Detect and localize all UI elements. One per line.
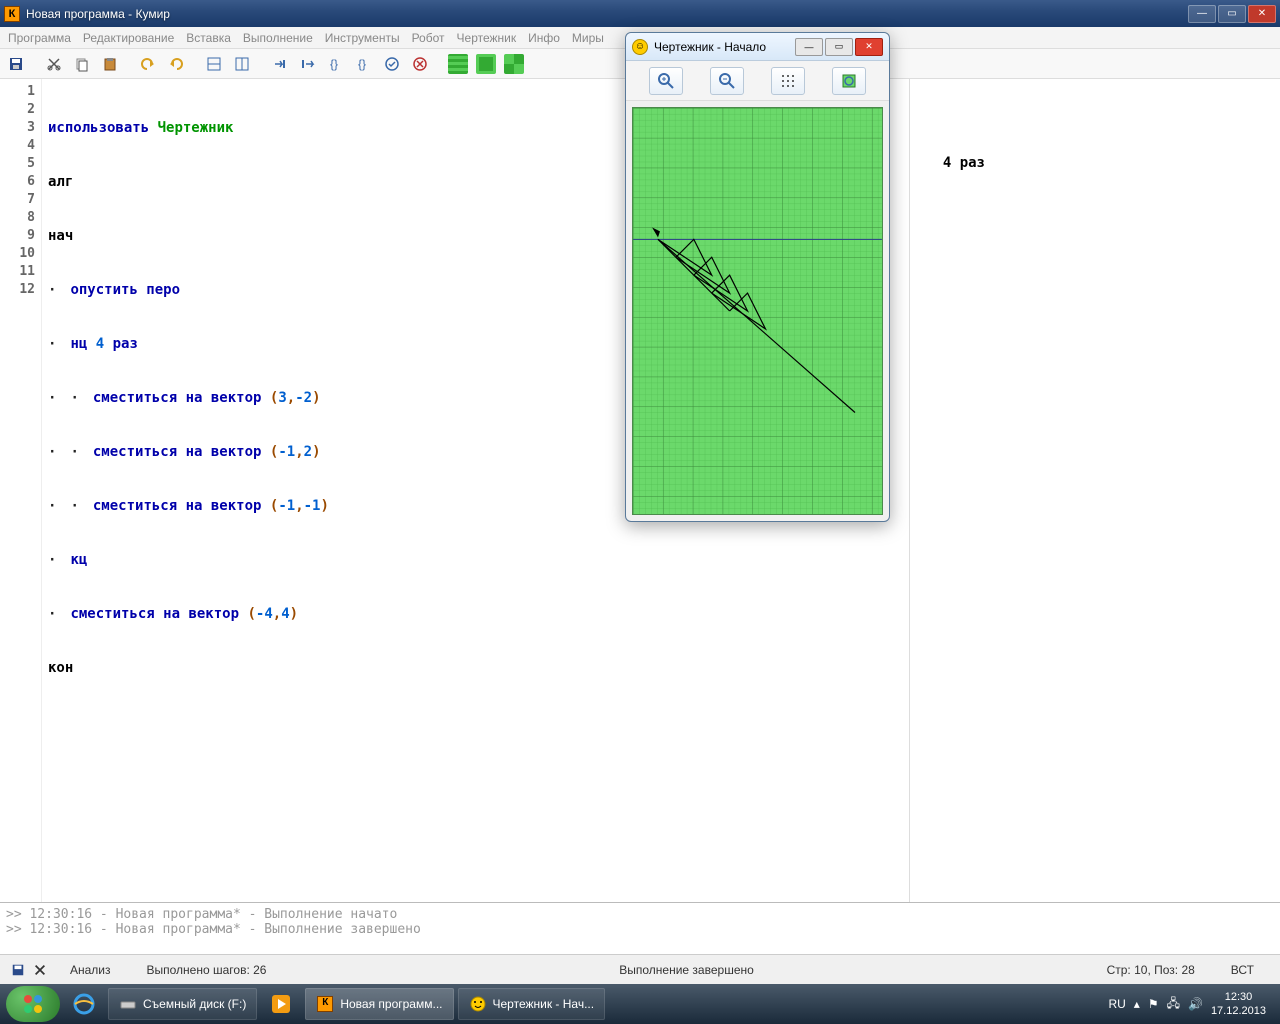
cut-button[interactable] bbox=[42, 52, 66, 76]
toggle-1-button[interactable] bbox=[202, 52, 226, 76]
flag-icon[interactable]: ⚑ bbox=[1148, 997, 1159, 1011]
right-pane: 4 раз bbox=[910, 79, 1280, 902]
status-analysis: Анализ bbox=[52, 963, 129, 977]
paste-button[interactable] bbox=[98, 52, 122, 76]
window-title: Новая программа - Кумир bbox=[26, 7, 1188, 21]
menu-tools[interactable]: Инструменты bbox=[325, 31, 400, 45]
undo-button[interactable] bbox=[136, 52, 160, 76]
menu-robot[interactable]: Робот bbox=[412, 31, 445, 45]
drive-icon bbox=[119, 995, 137, 1013]
brace2-button[interactable]: {} bbox=[352, 52, 376, 76]
run-step-button[interactable] bbox=[268, 52, 292, 76]
app-icon: К bbox=[4, 6, 20, 22]
stop-small-icon[interactable] bbox=[30, 961, 50, 979]
clock[interactable]: 12:30 17.12.2013 bbox=[1211, 990, 1266, 1018]
grid-dots-button[interactable] bbox=[771, 67, 805, 95]
start-button[interactable] bbox=[6, 986, 60, 1022]
volume-icon[interactable]: 🔊 bbox=[1188, 997, 1203, 1011]
status-cursor: Стр: 10, Поз: 28 bbox=[1089, 963, 1213, 977]
menu-edit[interactable]: Редактирование bbox=[83, 31, 174, 45]
grid3-button[interactable] bbox=[502, 52, 526, 76]
grid1-button[interactable] bbox=[446, 52, 470, 76]
kumir-icon: К bbox=[316, 995, 334, 1013]
menu-program[interactable]: Программа bbox=[8, 31, 71, 45]
lang-indicator[interactable]: RU bbox=[1108, 997, 1125, 1011]
drafter-canvas[interactable] bbox=[632, 107, 883, 515]
zoom-out-button[interactable] bbox=[710, 67, 744, 95]
copy-button[interactable] bbox=[70, 52, 94, 76]
line-gutter: 123 456 789 101112 bbox=[0, 79, 42, 902]
fit-button[interactable] bbox=[832, 67, 866, 95]
drafter-window[interactable]: ☺ Чертежник - Начало — ▭ ✕ bbox=[625, 32, 890, 522]
window-titlebar: К Новая программа - Кумир — ▭ ✕ bbox=[0, 0, 1280, 27]
ie-icon[interactable] bbox=[64, 988, 104, 1020]
svg-text:{}: {} bbox=[330, 57, 338, 71]
canvas-svg bbox=[633, 108, 882, 514]
menu-insert[interactable]: Вставка bbox=[186, 31, 231, 45]
close-button[interactable]: ✕ bbox=[1248, 5, 1276, 23]
taskbar: Съемный диск (F:) К Новая программ... Че… bbox=[0, 984, 1280, 1024]
save-button[interactable] bbox=[4, 52, 28, 76]
console-line: >> 12:30:16 - Новая программа* - Выполне… bbox=[6, 922, 1274, 937]
menu-info[interactable]: Инфо bbox=[528, 31, 560, 45]
menu-run[interactable]: Выполнение bbox=[243, 31, 313, 45]
drafter-toolbar bbox=[626, 61, 889, 101]
drafter-title: Чертежник - Начало bbox=[654, 40, 795, 54]
media-player-icon[interactable] bbox=[261, 988, 301, 1020]
console-line: >> 12:30:16 - Новая программа* - Выполне… bbox=[6, 907, 1274, 922]
zoom-in-button[interactable] bbox=[649, 67, 683, 95]
statusbar: Анализ Выполнено шагов: 26 Выполнение за… bbox=[0, 954, 1280, 984]
status-steps: Выполнено шагов: 26 bbox=[129, 963, 285, 977]
toggle-2-button[interactable] bbox=[230, 52, 254, 76]
taskbar-kumir[interactable]: К Новая программ... bbox=[305, 988, 453, 1020]
network-icon[interactable]: 🖧 bbox=[1167, 994, 1180, 1015]
status-mode: ВСТ bbox=[1213, 963, 1272, 977]
cancel-button[interactable] bbox=[408, 52, 432, 76]
right-pane-text: 4 раз bbox=[943, 155, 985, 171]
smiley-icon: ☺ bbox=[632, 39, 648, 55]
drafter-maximize-button[interactable]: ▭ bbox=[825, 38, 853, 56]
taskbar-drafter[interactable]: Чертежник - Нач... bbox=[458, 988, 606, 1020]
menu-drafter[interactable]: Чертежник bbox=[457, 31, 517, 45]
drafter-close-button[interactable]: ✕ bbox=[855, 38, 883, 56]
taskbar-drive[interactable]: Съемный диск (F:) bbox=[108, 988, 257, 1020]
status-done: Выполнение завершено bbox=[284, 963, 1088, 977]
run-step2-button[interactable] bbox=[296, 52, 320, 76]
check-button[interactable] bbox=[380, 52, 404, 76]
maximize-button[interactable]: ▭ bbox=[1218, 5, 1246, 23]
svg-text:{}: {} bbox=[358, 57, 366, 71]
brace1-button[interactable]: {} bbox=[324, 52, 348, 76]
grid2-button[interactable] bbox=[474, 52, 498, 76]
smiley-icon bbox=[469, 995, 487, 1013]
menu-worlds[interactable]: Миры bbox=[572, 31, 604, 45]
redo-button[interactable] bbox=[164, 52, 188, 76]
tray-up-icon[interactable]: ▴ bbox=[1134, 997, 1140, 1011]
drafter-minimize-button[interactable]: — bbox=[795, 38, 823, 56]
minimize-button[interactable]: — bbox=[1188, 5, 1216, 23]
save-small-icon[interactable] bbox=[8, 961, 28, 979]
drafter-titlebar[interactable]: ☺ Чертежник - Начало — ▭ ✕ bbox=[626, 33, 889, 61]
output-console: >> 12:30:16 - Новая программа* - Выполне… bbox=[0, 902, 1280, 954]
